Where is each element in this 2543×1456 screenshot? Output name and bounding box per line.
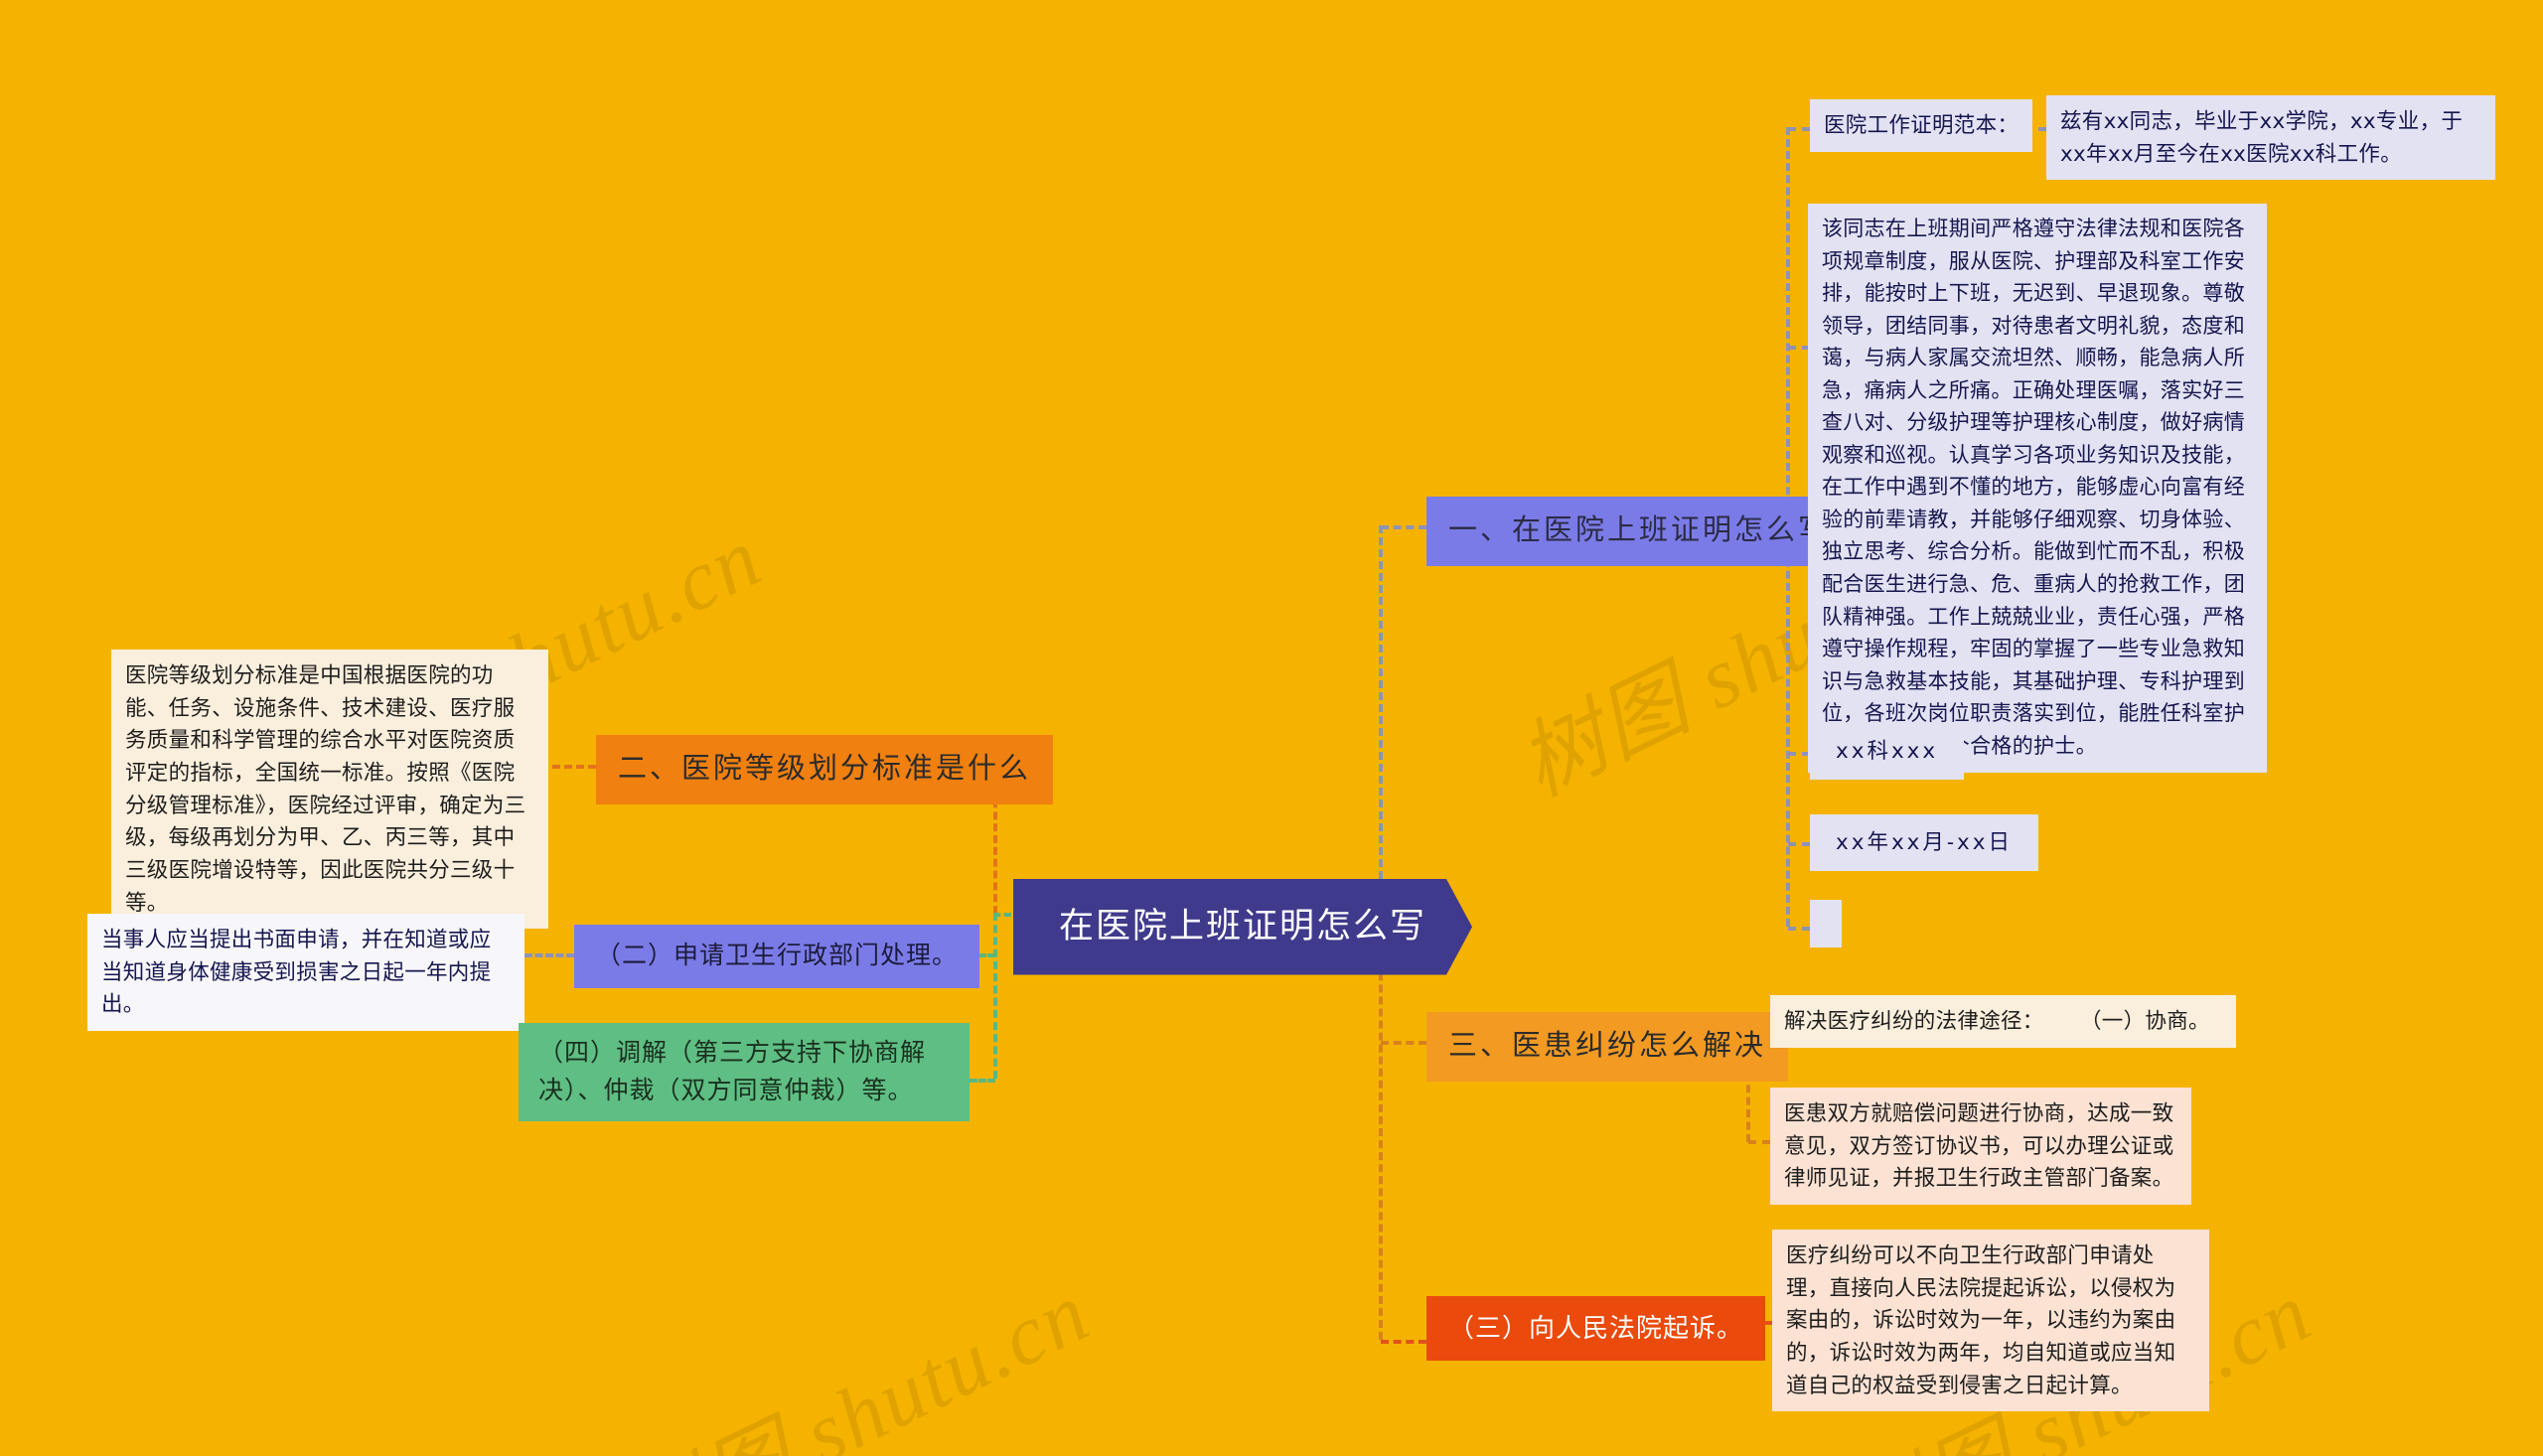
- connector-b2-detail: [552, 765, 596, 769]
- branch-node-sub4[interactable]: （四）调解（第三方支持下协商解决）、仲裁（双方同意仲裁）等。: [519, 1023, 970, 1121]
- branch-3-label: 三、医患纠纷怎么解决: [1448, 1030, 1767, 1062]
- route1-text: （一）协商。: [2080, 1009, 2210, 1033]
- leaf-dept[interactable]: ⅹⅹ科ⅹⅹⅹ: [1810, 723, 1965, 780]
- branch-node-3[interactable]: 三、医患纠纷怎么解决: [1426, 1012, 1789, 1082]
- date-text: ⅹⅹ年ⅹⅹ月‐ⅹⅹ日: [1836, 830, 2014, 854]
- connector-b3-c2: [1748, 1140, 1770, 1144]
- sub3-detail-text: 医疗纠纷可以不向卫生行政部门申请处理，直接向人民法院提起诉讼，以侵权为案由的，诉…: [1786, 1243, 2176, 1397]
- connector-root-sub3: [1381, 1340, 1426, 1344]
- leaf-date[interactable]: ⅹⅹ年ⅹⅹ月‐ⅹⅹ日: [1810, 814, 2039, 871]
- root-node[interactable]: 在医院上班证明怎么写: [1013, 879, 1472, 975]
- routes-title-text: 解决医疗纠纷的法律途径：: [1784, 1009, 2044, 1033]
- sub2-label: （二）申请卫生行政部门处理。: [596, 942, 959, 969]
- connector-green-trunk: [993, 913, 997, 1079]
- leaf-sub2-detail[interactable]: 当事人应当提出书面申请，并在知道或应当知道身体健康受到损害之日起一年内提出。: [87, 914, 524, 1032]
- branch-node-sub3[interactable]: （三）向人民法院起诉。: [1426, 1296, 1766, 1361]
- leaf-sample-head[interactable]: 兹有ⅹⅹ同志，毕业于ⅹⅹ学院，ⅹⅹ专业，于ⅹⅹ年ⅹⅹ月至今在ⅹⅹ医院ⅹⅹ科工作。: [2046, 95, 2495, 181]
- branch-node-sub2[interactable]: （二）申请卫生行政部门处理。: [574, 925, 980, 988]
- connector-sub2-detail: [524, 953, 574, 957]
- connector-root-left-green: [993, 913, 1011, 917]
- leaf-blank[interactable]: [1810, 900, 1842, 947]
- connector-b2-root: [993, 913, 1011, 917]
- connector-sub4: [970, 1079, 995, 1083]
- leaf-sample-body[interactable]: 该同志在上班期间严格遵守法律法规和医院各项规章制度，服从医院、护理部及科室工作安…: [1808, 204, 2267, 774]
- connector-b1-c1: [1788, 127, 1810, 131]
- watermark: 树图 shutu.cn: [611, 1263, 1104, 1456]
- connector-b1-c3: [1788, 752, 1810, 756]
- leaf-sample-title[interactable]: 医院工作证明范本：: [1810, 99, 2033, 152]
- branch-1-label: 一、在医院上班证明怎么写: [1448, 514, 1831, 546]
- connector-root-b1: [1381, 525, 1426, 529]
- route1-detail-text: 医患双方就赔偿问题进行协商，达成一致意见，双方签订协议书，可以办理公证或律师见证…: [1784, 1101, 2174, 1191]
- sample-body-text: 该同志在上班期间严格遵守法律法规和医院各项规章制度，服从医院、护理部及科室工作安…: [1822, 218, 2245, 758]
- connector-trunk-upper: [1379, 525, 1383, 915]
- connector-b1-c5: [1788, 927, 1810, 931]
- connector-b1-c4: [1788, 842, 1810, 846]
- sub4-label: （四）调解（第三方支持下协商解决）、仲裁（双方同意仲裁）等。: [538, 1039, 927, 1104]
- leaf-route1-detail[interactable]: 医患双方就赔偿问题进行协商，达成一致意见，双方签订协议书，可以办理公证或律师见证…: [1770, 1088, 2191, 1206]
- sample-head-text: 兹有ⅹⅹ同志，毕业于ⅹⅹ学院，ⅹⅹ专业，于ⅹⅹ年ⅹⅹ月至今在ⅹⅹ医院ⅹⅹ科工作。: [2060, 109, 2464, 166]
- connector-root-b3: [1381, 1041, 1426, 1045]
- sub3-label: （三）向人民法院起诉。: [1448, 1313, 1744, 1343]
- sub2-detail-text: 当事人应当提出书面申请，并在知道或应当知道身体健康受到损害之日起一年内提出。: [101, 928, 492, 1017]
- dept-text: ⅹⅹ科ⅹⅹⅹ: [1836, 739, 1939, 763]
- connector-trunk-lower: [1379, 913, 1383, 1340]
- leaf-routes-title[interactable]: 解决医疗纠纷的法律途径：: [1770, 995, 2058, 1048]
- connector-b1-c2: [1788, 346, 1810, 350]
- leaf-route1[interactable]: （一）协商。: [2054, 995, 2236, 1048]
- branch-node-2[interactable]: 二、医院等级划分标准是什么: [596, 735, 1054, 804]
- mindmap-canvas: 树图 shutu.cn 树图 shutu.cn 树图 shutu.cn 树图 s…: [0, 0, 2543, 1456]
- leaf-grade-detail[interactable]: 医院等级划分标准是中国根据医院的功能、任务、设施条件、技术建设、医疗服务质量和科…: [111, 650, 548, 930]
- leaf-sub3-detail[interactable]: 医疗纠纷可以不向卫生行政部门申请处理，直接向人民法院提起诉讼，以侵权为案由的，诉…: [1772, 1230, 2209, 1412]
- root-label: 在医院上班证明怎么写: [1059, 907, 1427, 946]
- sample-title-text: 医院工作证明范本：: [1824, 113, 2019, 137]
- branch-2-label: 二、医院等级划分标准是什么: [618, 753, 1032, 785]
- grade-detail-text: 医院等级划分标准是中国根据医院的功能、任务、设施条件、技术建设、医疗服务质量和科…: [125, 663, 526, 915]
- branch-node-1[interactable]: 一、在医院上班证明怎么写: [1426, 497, 1853, 566]
